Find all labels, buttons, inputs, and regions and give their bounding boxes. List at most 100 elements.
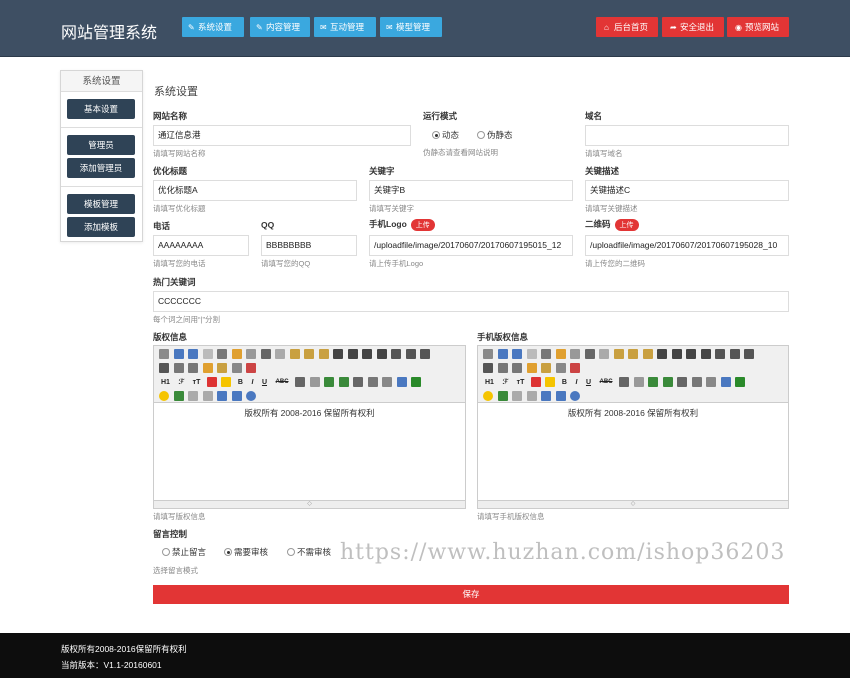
media-icon[interactable] (367, 377, 378, 387)
hr-icon[interactable] (411, 377, 422, 387)
font-size-icon[interactable]: тT (193, 379, 201, 386)
redo-icon[interactable] (188, 349, 199, 359)
attachment-icon[interactable] (382, 377, 393, 387)
admin-home-button[interactable]: ⌂ 后台首页 (596, 17, 658, 37)
superscript-icon[interactable] (512, 363, 523, 373)
sidebar-item-basic-settings[interactable]: 基本设置 (67, 99, 135, 119)
font-color-icon[interactable] (206, 377, 217, 387)
nav-interaction-button[interactable]: ✉ 互动管理 (314, 17, 376, 37)
align-left-icon[interactable] (333, 349, 344, 359)
paste-icon[interactable] (289, 349, 300, 359)
domain-input[interactable] (585, 125, 789, 146)
image-icon[interactable] (324, 377, 335, 387)
flash-icon[interactable] (677, 377, 688, 387)
bold-icon[interactable]: B (238, 379, 243, 386)
paste-word-icon[interactable] (318, 349, 329, 359)
phone-input[interactable]: AAAAAAAA (153, 235, 249, 256)
comment-review-radio[interactable]: 需要审核 (224, 546, 268, 558)
site-name-input[interactable]: 通辽信息港 (153, 125, 411, 146)
print-icon[interactable] (541, 349, 552, 359)
flash-icon[interactable] (353, 377, 364, 387)
underline-icon[interactable]: U (586, 379, 591, 386)
ordered-list-icon[interactable] (391, 349, 402, 359)
image-icon[interactable] (648, 377, 659, 387)
table-icon[interactable] (720, 377, 731, 387)
template-icon[interactable] (231, 349, 242, 359)
table-icon[interactable] (396, 377, 407, 387)
align-right-icon[interactable] (686, 349, 697, 359)
fullscreen-icon[interactable] (570, 363, 581, 373)
font-family-icon[interactable]: ℱ (178, 378, 184, 386)
subscript-icon[interactable] (497, 363, 508, 373)
outdent-icon[interactable] (483, 363, 493, 373)
heading-icon[interactable]: H1 (485, 379, 494, 386)
emoticon-icon[interactable] (483, 391, 493, 401)
mobile-copyright-editor[interactable]: H1 ℱ тT B I U ABC 版权所有 2008-2016 保留所有权利 … (477, 345, 789, 509)
multi-image-icon[interactable] (662, 377, 673, 387)
align-justify-icon[interactable] (700, 349, 711, 359)
fullscreen-icon[interactable] (246, 363, 257, 373)
paste-text-icon[interactable] (304, 349, 315, 359)
copyright-editor[interactable]: H1 ℱ тT B I U ABC 版权所有 2008-2016 保留所有权利 … (153, 345, 466, 509)
help-icon[interactable] (570, 391, 581, 401)
heading-icon[interactable]: H1 (161, 379, 170, 386)
code-icon[interactable] (246, 349, 257, 359)
highlight-color-icon[interactable] (221, 377, 232, 387)
paste-word-icon[interactable] (642, 349, 653, 359)
pagebreak-icon[interactable] (188, 391, 199, 401)
description-input[interactable]: 关键描述C (585, 180, 789, 201)
indent-icon[interactable] (420, 349, 431, 359)
quickformat-icon[interactable] (231, 363, 242, 373)
unordered-list-icon[interactable] (729, 349, 740, 359)
preview-icon[interactable] (526, 349, 537, 359)
copy-icon[interactable] (599, 349, 610, 359)
unordered-list-icon[interactable] (405, 349, 416, 359)
mobile-copyright-editor-content[interactable]: 版权所有 2008-2016 保留所有权利 (478, 404, 788, 419)
align-center-icon[interactable] (671, 349, 682, 359)
align-justify-icon[interactable] (376, 349, 387, 359)
clear-format-icon[interactable] (526, 363, 537, 373)
help-icon[interactable] (246, 391, 257, 401)
select-all-icon[interactable] (217, 363, 228, 373)
comment-disabled-radio[interactable]: 禁止留言 (162, 546, 206, 558)
hr-icon[interactable] (735, 377, 746, 387)
anchor-icon[interactable] (526, 391, 537, 401)
select-all-icon[interactable] (541, 363, 552, 373)
paste-text-icon[interactable] (628, 349, 639, 359)
link-icon[interactable] (541, 391, 552, 401)
redo-icon[interactable] (512, 349, 523, 359)
quickformat-icon[interactable] (555, 363, 566, 373)
align-left-icon[interactable] (657, 349, 668, 359)
undo-icon[interactable] (497, 349, 508, 359)
sidebar-item-add-admin[interactable]: 添加管理员 (67, 158, 135, 178)
map-icon[interactable] (173, 391, 184, 401)
indent-icon[interactable] (744, 349, 755, 359)
template-icon[interactable] (555, 349, 566, 359)
font-family-icon[interactable]: ℱ (502, 378, 508, 386)
map-icon[interactable] (497, 391, 508, 401)
italic-icon[interactable]: I (251, 379, 253, 386)
strikethrough-icon[interactable]: ABC (600, 379, 613, 385)
print-icon[interactable] (217, 349, 228, 359)
cut-icon[interactable] (584, 349, 595, 359)
italic-icon[interactable]: I (575, 379, 577, 386)
nav-system-settings-button[interactable]: ✎ 系统设置 (182, 17, 244, 37)
source-icon[interactable] (159, 349, 169, 359)
undo-icon[interactable] (173, 349, 184, 359)
qq-input[interactable]: BBBBBBBB (261, 235, 357, 256)
unlink-icon[interactable] (555, 391, 566, 401)
link-icon[interactable] (217, 391, 228, 401)
editor-resize-handle[interactable]: ◇ (154, 500, 465, 508)
remove-format-icon[interactable] (633, 377, 644, 387)
unlink-icon[interactable] (231, 391, 242, 401)
qrcode-upload-button[interactable]: 上传 (614, 219, 639, 231)
nav-model-button[interactable]: ✉ 模型管理 (380, 17, 442, 37)
source-icon[interactable] (483, 349, 493, 359)
comment-no-review-radio[interactable]: 不需审核 (287, 546, 331, 558)
preview-site-button[interactable]: ◉ 预览网站 (727, 17, 789, 37)
outdent-icon[interactable] (159, 363, 169, 373)
clear-format-icon[interactable] (202, 363, 213, 373)
hot-keywords-input[interactable]: CCCCCCC (153, 291, 789, 312)
font-size-icon[interactable]: тT (517, 379, 525, 386)
bold-icon[interactable]: B (562, 379, 567, 386)
